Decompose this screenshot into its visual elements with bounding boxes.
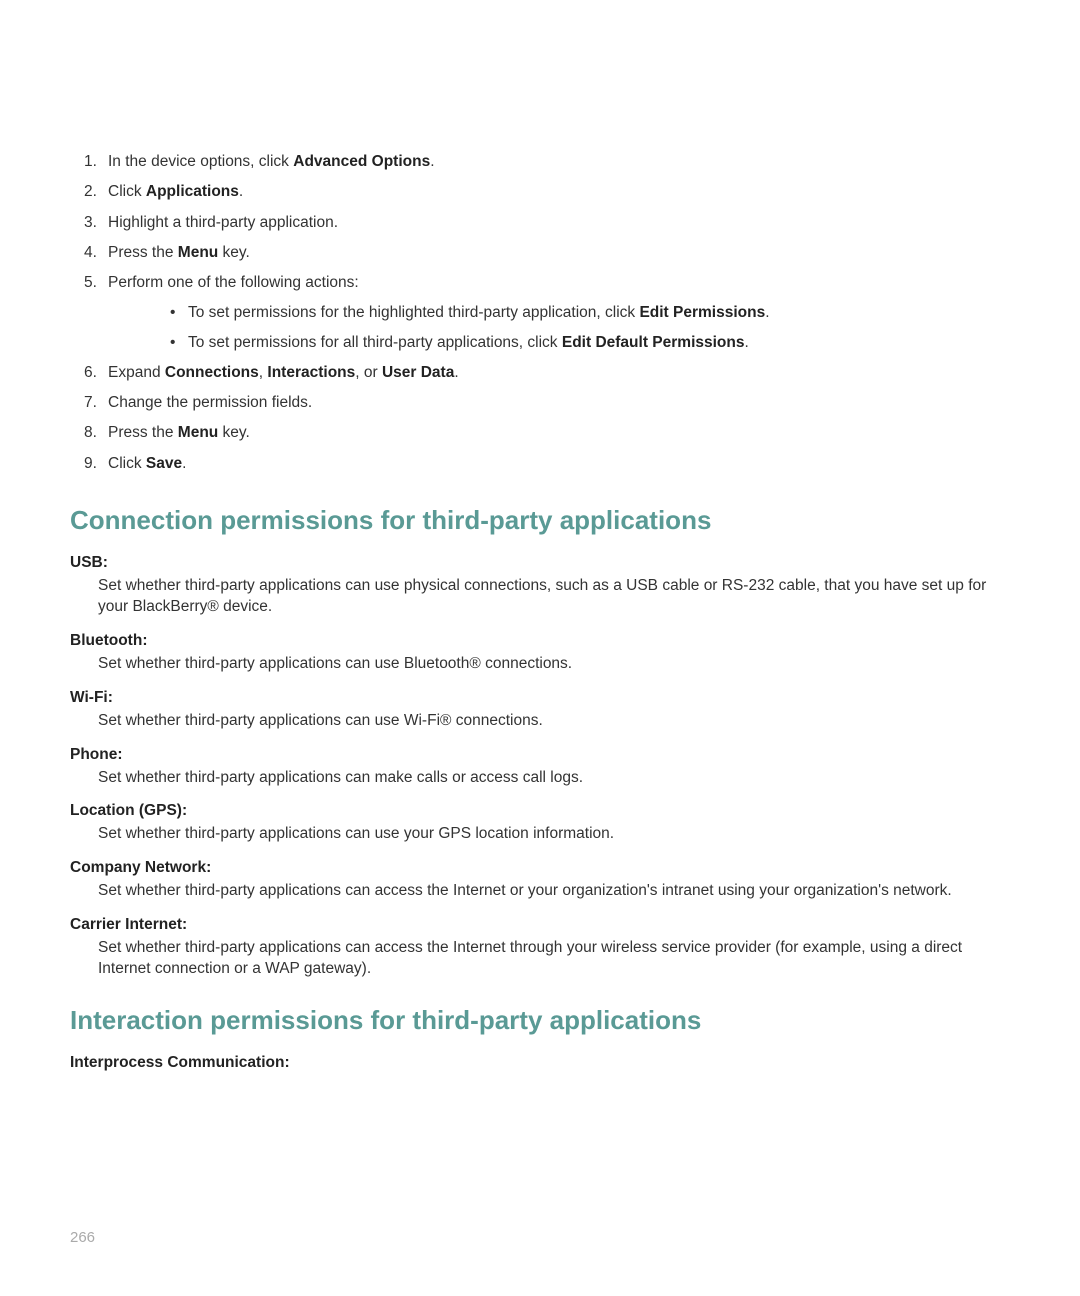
sub-bold: Edit Permissions [639, 304, 765, 321]
step-text: , or [355, 364, 382, 381]
sub-item: To set permissions for all third-party a… [108, 331, 1010, 354]
step-text: In the device options, click [108, 153, 293, 170]
step-bold: Applications [146, 183, 239, 200]
step-text: Press the [108, 244, 178, 261]
step-text: key. [218, 244, 250, 261]
step-text: . [239, 183, 243, 200]
step-item: Press the Menu key. [70, 421, 1010, 444]
def-term-wifi: Wi-Fi: [70, 689, 1010, 707]
def-desc-usb: Set whether third-party applications can… [98, 575, 1010, 618]
step-bold: Interactions [267, 364, 355, 381]
definition-list-interaction: Interprocess Communication: [70, 1054, 1010, 1072]
def-desc-bluetooth: Set whether third-party applications can… [98, 653, 1010, 675]
def-desc-gps: Set whether third-party applications can… [98, 823, 1010, 845]
def-desc-company-network: Set whether third-party applications can… [98, 880, 1010, 902]
sub-bold: Edit Default Permissions [562, 334, 745, 351]
def-term-gps: Location (GPS): [70, 802, 1010, 820]
def-term-carrier-internet: Carrier Internet: [70, 916, 1010, 934]
step-item: Click Applications. [70, 180, 1010, 203]
step-text: Expand [108, 364, 165, 381]
step-item: In the device options, click Advanced Op… [70, 150, 1010, 173]
section-heading-connection: Connection permissions for third-party a… [70, 505, 1010, 536]
def-term-usb: USB: [70, 554, 1010, 572]
def-desc-carrier-internet: Set whether third-party applications can… [98, 937, 1010, 980]
step-item: Expand Connections, Interactions, or Use… [70, 361, 1010, 384]
step-text: Perform one of the following actions: [108, 274, 359, 291]
step-text: Press the [108, 424, 178, 441]
def-term-company-network: Company Network: [70, 859, 1010, 877]
step-bold: Advanced Options [293, 153, 430, 170]
step-text: Highlight a third-party application. [108, 214, 338, 231]
step-text: . [182, 455, 186, 472]
sub-text: . [765, 304, 769, 321]
section-heading-interaction: Interaction permissions for third-party … [70, 1005, 1010, 1036]
step-bold: User Data [382, 364, 454, 381]
def-term-interprocess: Interprocess Communication: [70, 1054, 1010, 1072]
sub-item: To set permissions for the highlighted t… [108, 301, 1010, 324]
step-bold: Menu [178, 424, 218, 441]
ordered-steps-list: In the device options, click Advanced Op… [70, 150, 1010, 475]
step-item: Perform one of the following actions: To… [70, 271, 1010, 354]
step-item: Press the Menu key. [70, 241, 1010, 264]
step-text: key. [218, 424, 250, 441]
sub-text: To set permissions for the highlighted t… [188, 304, 639, 321]
def-desc-wifi: Set whether third-party applications can… [98, 710, 1010, 732]
step-item: Highlight a third-party application. [70, 211, 1010, 234]
def-term-phone: Phone: [70, 746, 1010, 764]
sub-text: To set permissions for all third-party a… [188, 334, 562, 351]
step-text: Change the permission fields. [108, 394, 312, 411]
step-bold: Save [146, 455, 182, 472]
step-text: Click [108, 183, 146, 200]
step-item: Change the permission fields. [70, 391, 1010, 414]
step-text: . [454, 364, 458, 381]
definition-list-connection: USB: Set whether third-party application… [70, 554, 1010, 980]
step-text: Click [108, 455, 146, 472]
step-bold: Connections [165, 364, 259, 381]
def-term-bluetooth: Bluetooth: [70, 632, 1010, 650]
step-text: . [430, 153, 434, 170]
step-item: Click Save. [70, 452, 1010, 475]
sub-bullet-list: To set permissions for the highlighted t… [108, 301, 1010, 354]
step-bold: Menu [178, 244, 218, 261]
sub-text: . [744, 334, 748, 351]
page-number: 266 [70, 1229, 95, 1246]
def-desc-phone: Set whether third-party applications can… [98, 767, 1010, 789]
